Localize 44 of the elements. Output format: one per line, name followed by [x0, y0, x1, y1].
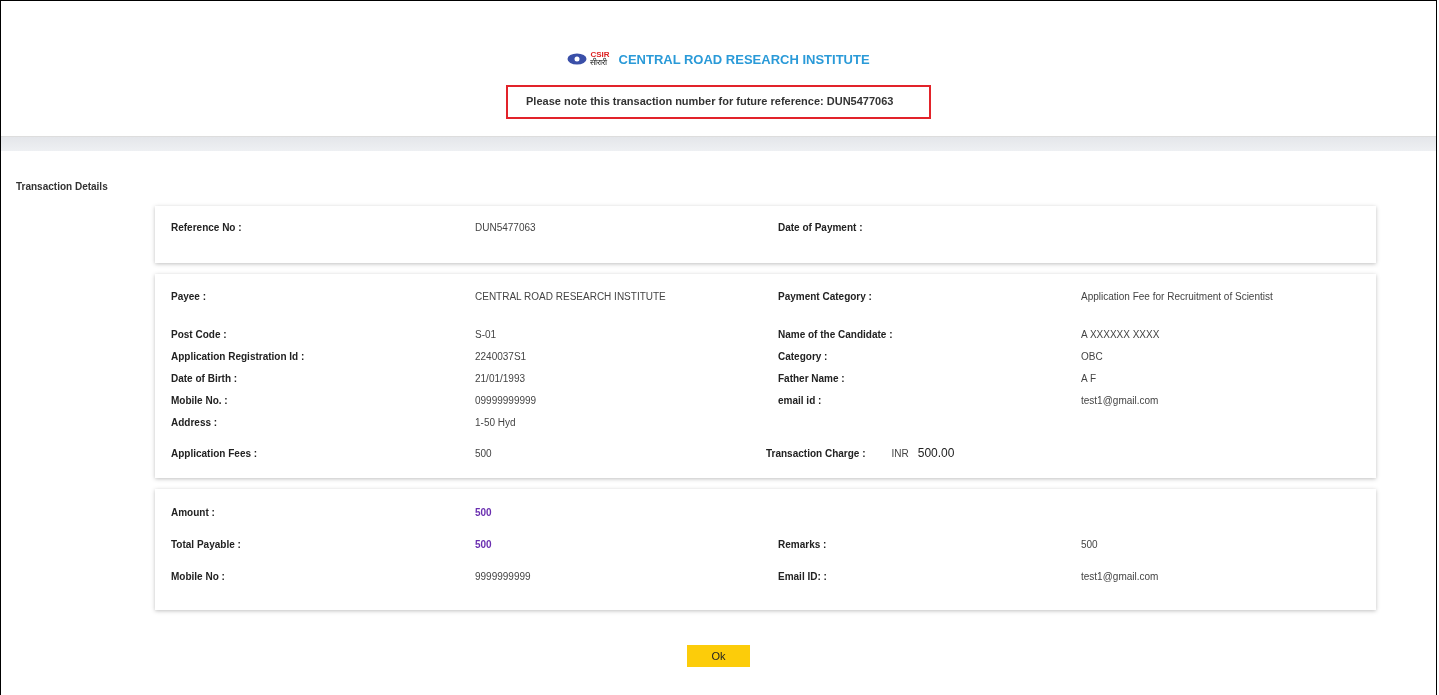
field-value: 500 — [475, 507, 493, 518]
charge-amount: 500.00 — [917, 446, 955, 460]
field-label: Father Name : — [778, 372, 846, 384]
field-label: Email ID: : — [778, 571, 828, 582]
field-value: 500 — [1081, 539, 1099, 550]
field-label: Application Registration Id : — [171, 350, 306, 362]
field-label: Name of the Candidate : — [778, 328, 894, 340]
field-label: Transaction Charge : — [766, 447, 866, 459]
field-label: Post Code : — [171, 328, 228, 340]
field-label: Mobile No : — [171, 571, 226, 582]
field-label: Address : — [171, 416, 219, 428]
field-value: 2240037S1 — [475, 350, 528, 362]
field-label: Category : — [778, 350, 829, 362]
emblem-icon — [567, 53, 588, 65]
field-value: OBC — [1081, 350, 1104, 362]
field-value: 500 — [475, 539, 493, 550]
ok-button[interactable]: Ok — [687, 645, 750, 667]
institute-name: CENTRAL ROAD RESEARCH INSTITUTE — [618, 51, 870, 67]
transaction-notice: Please note this transaction number for future reference: DUN5477063 — [506, 85, 931, 119]
field-value: A F — [1081, 372, 1097, 384]
field-value: A XXXXXX XXXX — [1081, 328, 1161, 340]
section-title: Transaction Details — [16, 181, 109, 192]
field-label: Reference No : — [171, 222, 243, 233]
field-label: Date of Payment : — [778, 222, 864, 233]
field-label: Payment Category : — [778, 291, 873, 302]
field-value: CENTRAL ROAD RESEARCH INSTITUTE — [475, 291, 667, 302]
field-value: 9999999999 — [475, 571, 532, 582]
field-value: DUN5477063 — [475, 222, 537, 233]
field-label: email id : — [778, 394, 823, 406]
field-label: Payee : — [171, 291, 208, 302]
field-value: S-01 — [475, 328, 498, 340]
field-label: Date of Birth : — [171, 372, 239, 384]
field-label: Total Payable : — [171, 539, 242, 550]
field-value: 1-50 Hyd — [475, 416, 517, 428]
currency-label: INR — [891, 447, 909, 459]
field-value: 21/01/1993 — [475, 372, 527, 384]
field-label: Remarks : — [778, 539, 828, 550]
field-label: Amount : — [171, 507, 216, 518]
field-label: Mobile No. : — [171, 394, 229, 406]
field-label: Application Fees : — [171, 447, 259, 459]
field-value: Application Fee for Recruitment of Scientist — [1081, 291, 1274, 302]
field-value: test1@gmail.com — [1081, 571, 1160, 582]
field-value: test1@gmail.com — [1081, 394, 1160, 406]
field-value: 09999999999 — [475, 394, 538, 406]
